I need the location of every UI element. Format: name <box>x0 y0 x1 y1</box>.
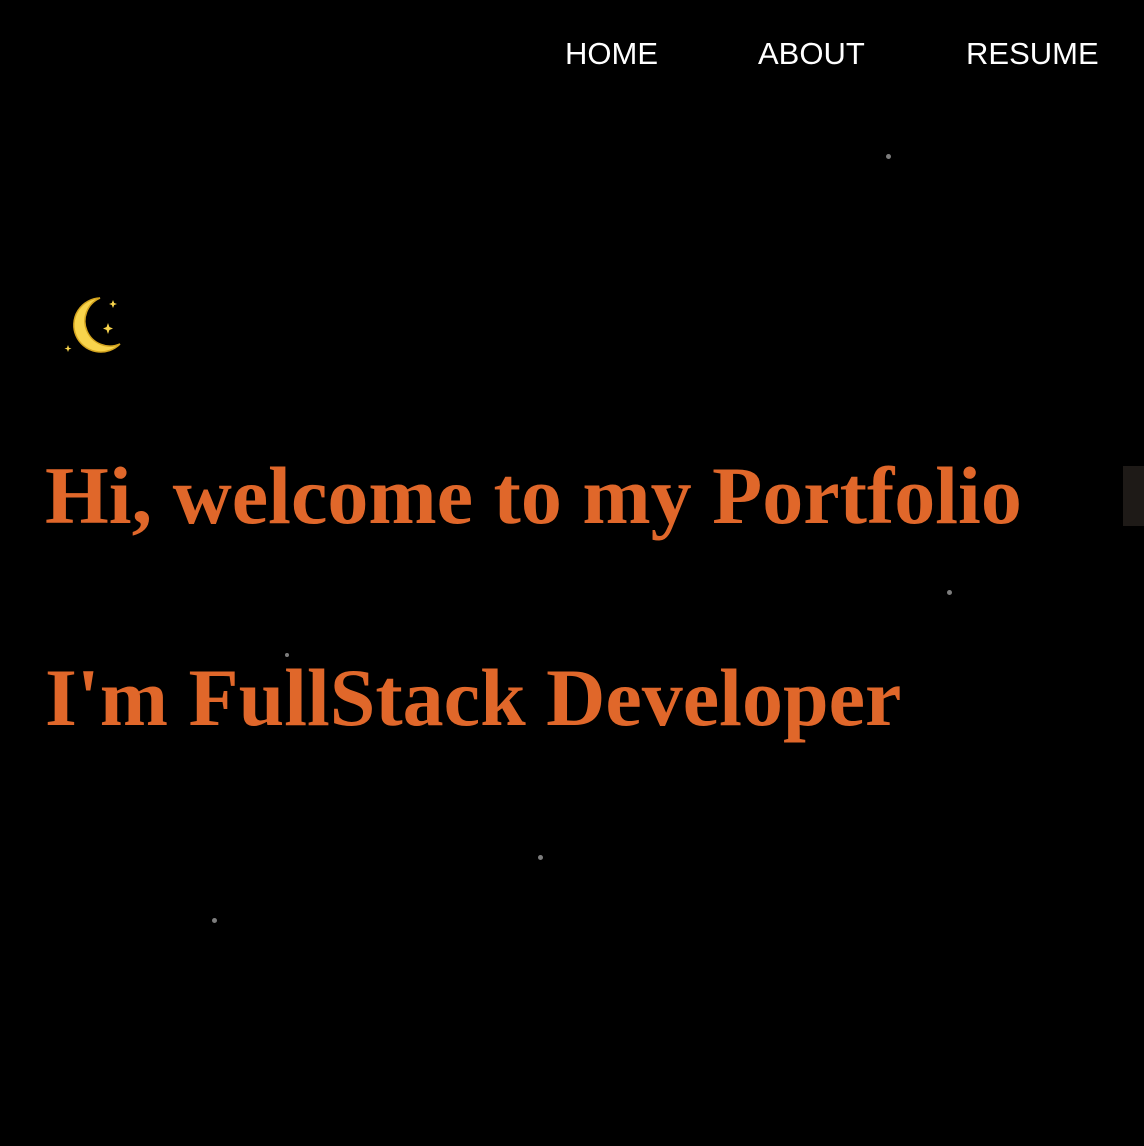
hero-role: I'm FullStack Developer <box>45 652 902 743</box>
moon-stars-icon[interactable] <box>60 292 126 358</box>
nav-about-link[interactable]: ABOUT <box>758 36 865 72</box>
nav-resume-link[interactable]: RESUME <box>966 36 1099 72</box>
background-star <box>886 154 891 159</box>
top-navigation: HOME ABOUT RESUME <box>0 0 1144 108</box>
background-star <box>285 653 289 657</box>
background-star <box>947 590 952 595</box>
background-star <box>538 855 543 860</box>
nav-home-link[interactable]: HOME <box>565 36 658 72</box>
typing-cursor <box>1123 466 1144 526</box>
background-star <box>212 918 217 923</box>
hero-greeting: Hi, welcome to my Portfolio <box>45 450 1022 541</box>
